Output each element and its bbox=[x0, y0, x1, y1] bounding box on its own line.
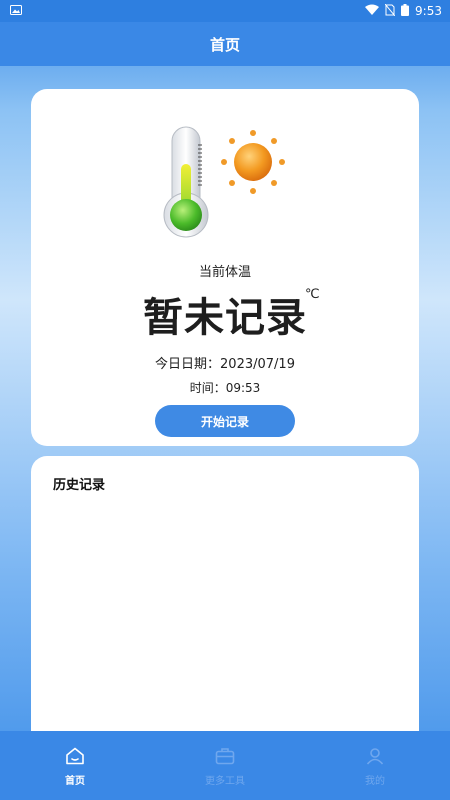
status-time: 9:53 bbox=[415, 4, 442, 18]
history-card: 历史记录 bbox=[31, 456, 419, 746]
history-title: 历史记录 bbox=[53, 478, 106, 493]
wifi-icon bbox=[365, 4, 380, 18]
sun-icon bbox=[221, 130, 285, 194]
battery-icon bbox=[401, 3, 410, 19]
user-icon bbox=[365, 747, 385, 769]
today-date: 今日日期：2023/07/19 bbox=[155, 357, 295, 372]
tab-home-label: 首页 bbox=[65, 776, 85, 787]
tab-more-tools[interactable]: 更多工具 bbox=[150, 731, 300, 800]
tab-mine[interactable]: 我的 bbox=[300, 731, 450, 800]
tab-more-tools-label: 更多工具 bbox=[205, 776, 245, 787]
temperature-card: 当前体温 暂未记录 ℃ 今日日期：2023/07/19 时间：09:53 开始记… bbox=[31, 89, 419, 446]
bottom-tab-bar: 首页 更多工具 我的 bbox=[0, 731, 450, 800]
status-bar: 9:53 bbox=[0, 0, 450, 22]
temperature-illustration bbox=[163, 126, 285, 238]
temperature-row: 暂未记录 ℃ bbox=[31, 285, 419, 343]
current-time: 时间：09:53 bbox=[189, 381, 261, 395]
image-icon bbox=[10, 4, 22, 18]
temperature-unit: ℃ bbox=[305, 287, 320, 302]
no-sim-icon bbox=[384, 3, 396, 19]
tab-home[interactable]: 首页 bbox=[0, 731, 150, 800]
temperature-value: 暂未记录 bbox=[143, 295, 307, 341]
home-icon bbox=[65, 747, 85, 769]
app-bar: 首页 bbox=[0, 22, 450, 66]
tab-mine-label: 我的 bbox=[365, 776, 385, 787]
thermometer-icon bbox=[163, 126, 209, 238]
toolbox-icon bbox=[215, 747, 235, 769]
page-title: 首页 bbox=[209, 35, 240, 54]
current-temperature-label: 当前体温 bbox=[198, 265, 251, 280]
start-record-button[interactable]: 开始记录 bbox=[155, 405, 295, 437]
